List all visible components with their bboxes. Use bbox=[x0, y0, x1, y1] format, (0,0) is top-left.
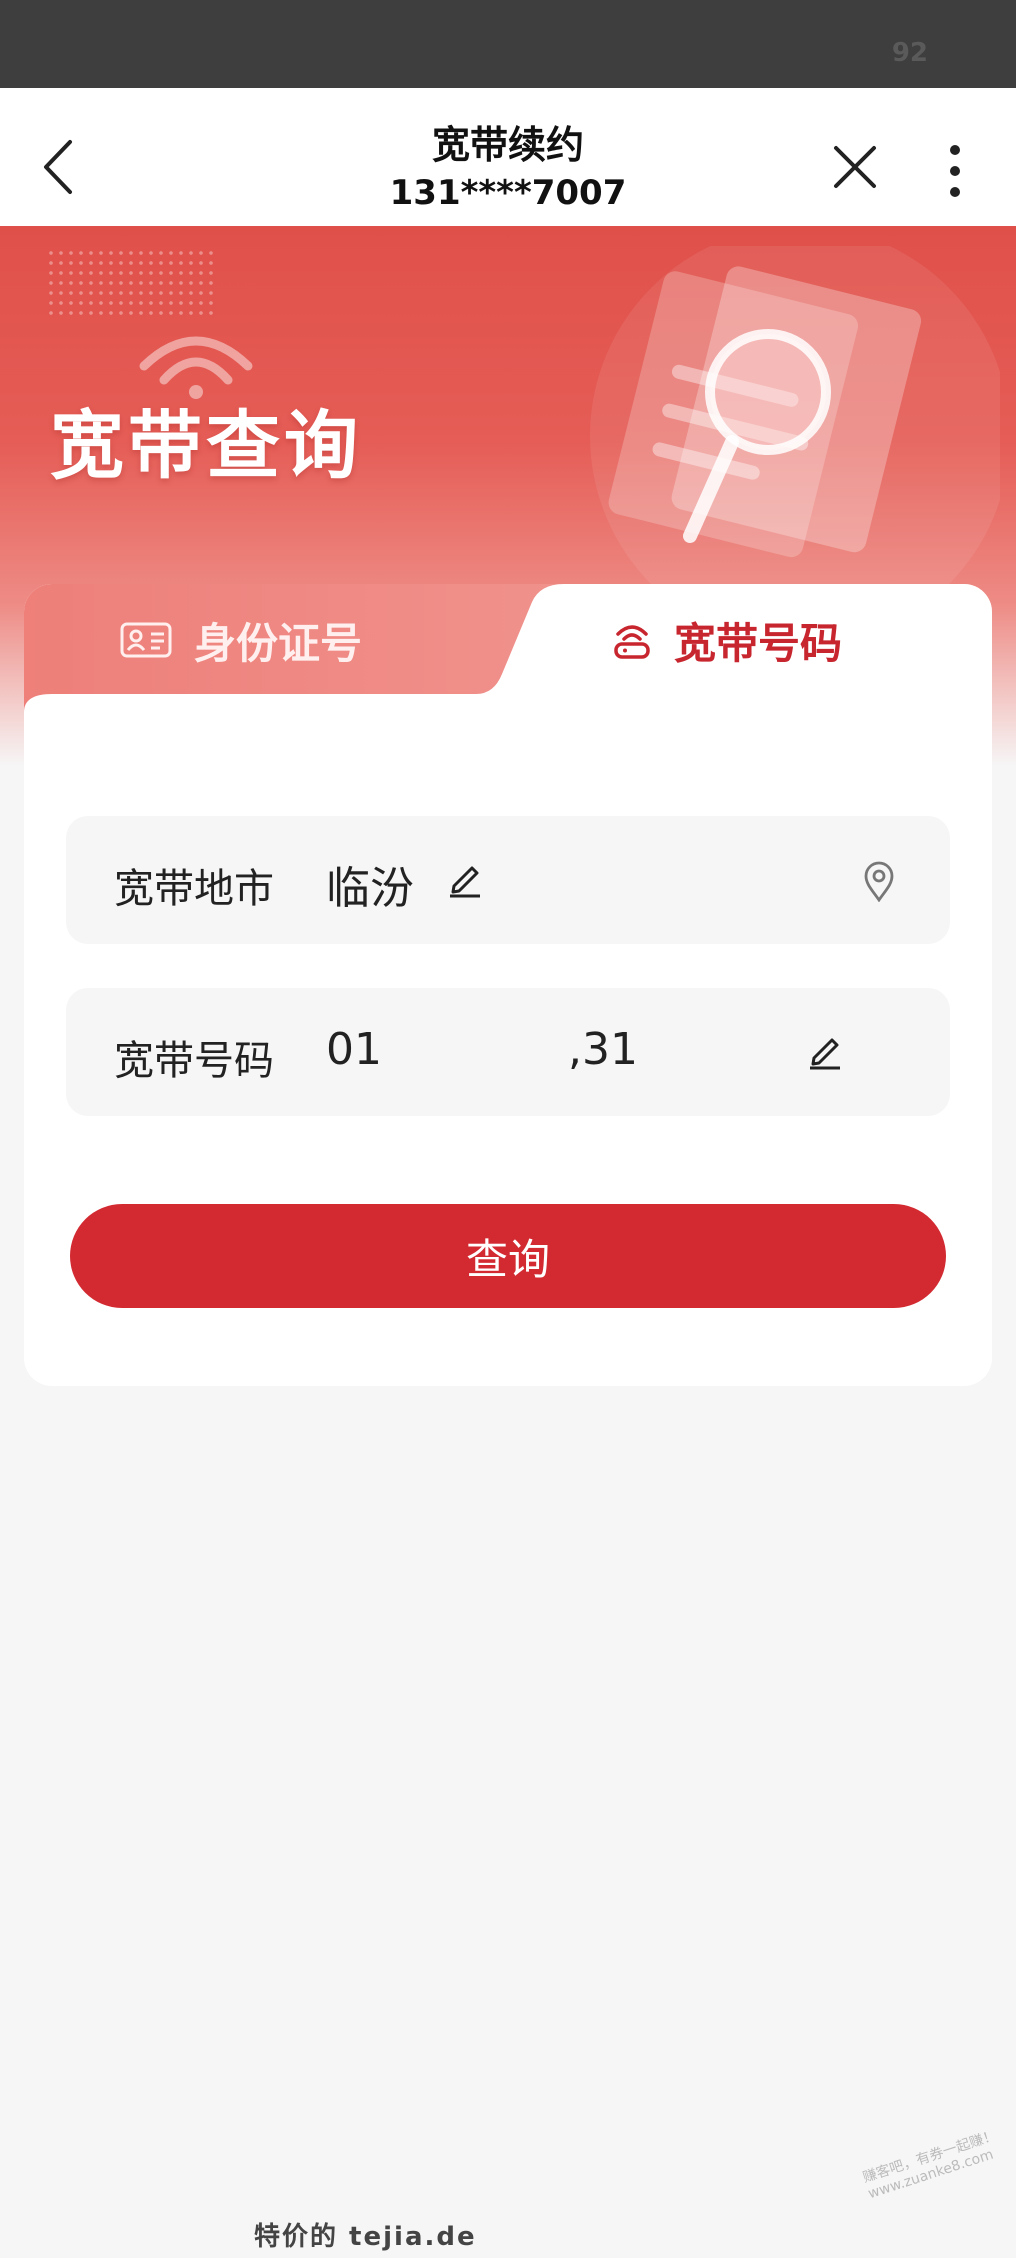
edit-number-icon[interactable] bbox=[806, 1032, 844, 1070]
broadband-router-icon bbox=[614, 625, 650, 659]
tab-id-number[interactable]: 身份证号 bbox=[120, 584, 362, 696]
broadband-number-field[interactable]: 宽带号码 01 ,31 bbox=[66, 988, 950, 1116]
page-title: 宽带续约 bbox=[431, 123, 584, 167]
phone-number: 131****7007 bbox=[389, 173, 627, 213]
edit-city-icon[interactable] bbox=[446, 860, 484, 898]
id-card-icon bbox=[120, 622, 172, 658]
query-button[interactable]: 查询 bbox=[70, 1204, 946, 1308]
status-bar: 92 bbox=[0, 0, 1016, 88]
city-label: 宽带地市 bbox=[114, 866, 274, 912]
location-pin-icon[interactable] bbox=[862, 860, 896, 902]
city-field[interactable]: 宽带地市 临汾 bbox=[66, 816, 950, 944]
more-menu-icon[interactable] bbox=[940, 142, 970, 200]
tab-broadband-number[interactable]: 宽带号码 bbox=[612, 584, 842, 696]
close-icon[interactable] bbox=[830, 142, 880, 192]
query-card: 身份证号 宽带号码 宽带地市 临汾 宽带号码 01 ,31 查询 bbox=[24, 584, 992, 1386]
nav-bar: 宽带续约 131****7007 bbox=[0, 88, 1016, 226]
city-value: 临汾 bbox=[326, 863, 414, 914]
corner-watermark: 赚客吧，有券一起赚！www.zuanke8.com bbox=[860, 2127, 1000, 2203]
watermark-text: 特价的 tejia.de bbox=[254, 2222, 477, 2252]
dot-pattern bbox=[46, 248, 218, 318]
battery-level: 92 bbox=[891, 38, 928, 68]
banner-title: 宽带查询 bbox=[50, 403, 362, 489]
tab-id-number-label: 身份证号 bbox=[194, 618, 363, 668]
back-icon[interactable] bbox=[40, 138, 84, 196]
broadband-number-value-start: 01 bbox=[326, 1024, 382, 1075]
broadband-number-value-end: ,31 bbox=[568, 1024, 638, 1075]
broadband-number-label: 宽带号码 bbox=[114, 1038, 274, 1084]
page-title-group: 宽带续约 131****7007 bbox=[308, 122, 708, 214]
tab-broadband-number-label: 宽带号码 bbox=[674, 618, 843, 668]
